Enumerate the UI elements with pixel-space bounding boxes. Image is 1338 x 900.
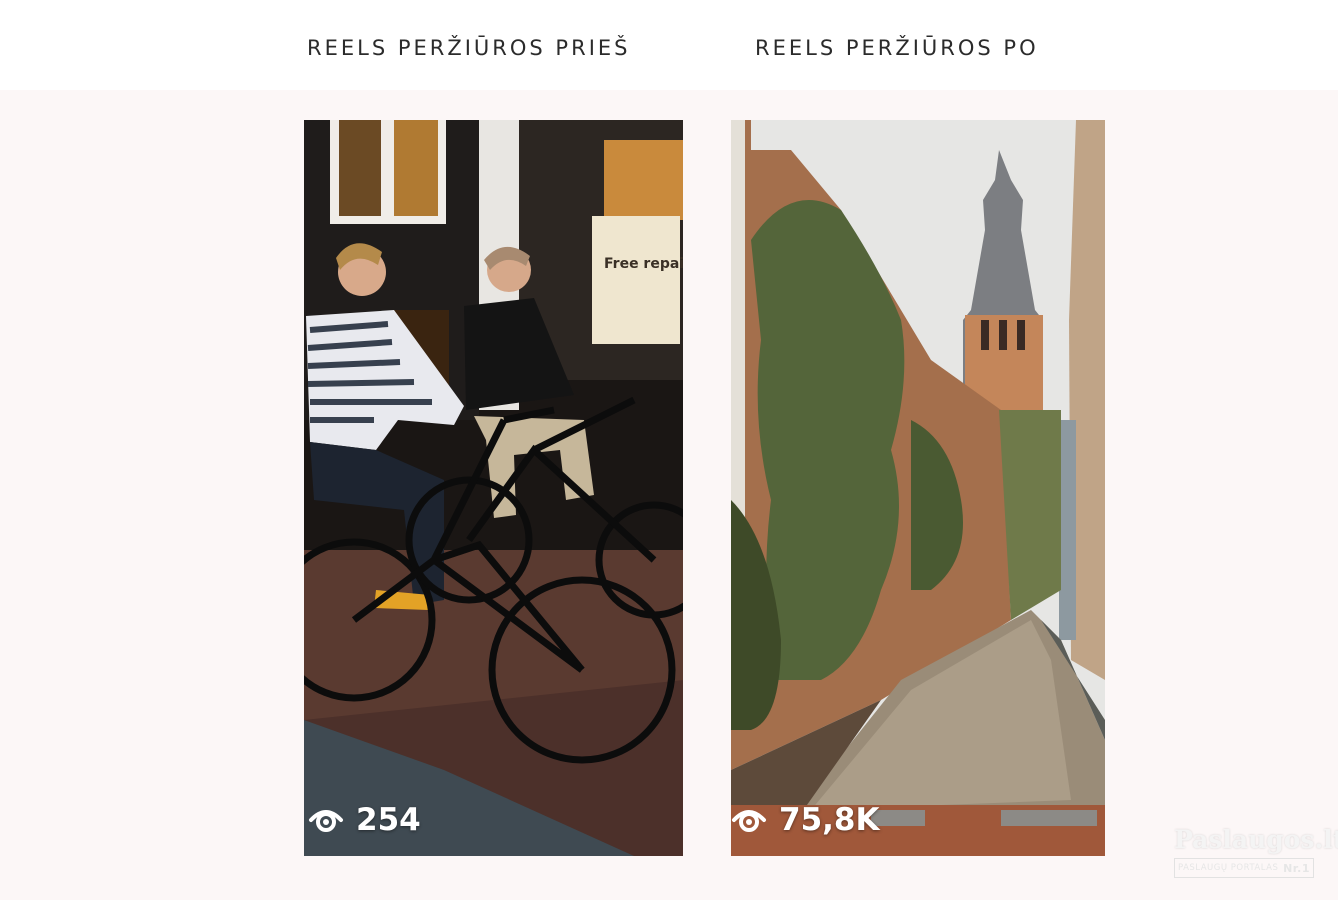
street-photo <box>731 120 1105 856</box>
watermark: Paslaugos.lt PASLAUGŲ PORTALAS Nr.1 <box>1174 825 1338 880</box>
reel-card-after[interactable]: 75,8K <box>731 120 1105 856</box>
reel-card-before[interactable]: Free repairs! 254 <box>304 120 683 856</box>
watermark-badge: Nr.1 <box>1283 861 1310 875</box>
sign-text: Free repairs! <box>604 256 683 272</box>
view-count-before: 254 <box>308 802 421 838</box>
header-bar <box>0 0 1338 90</box>
view-count-after-label: 75,8K <box>779 802 880 838</box>
view-count-after: 75,8K <box>731 802 880 838</box>
cyclists-photo: Free repairs! <box>304 120 683 856</box>
view-count-before-label: 254 <box>356 802 421 838</box>
watermark-brand: Paslaugos.lt <box>1174 825 1338 854</box>
eye-icon <box>732 810 766 832</box>
watermark-tagline: PASLAUGŲ PORTALAS <box>1178 863 1279 873</box>
after-heading: REELS PERŽIŪROS PO <box>755 36 1039 60</box>
before-heading: REELS PERŽIŪROS PRIEŠ <box>307 36 631 60</box>
watermark-tagline-box: PASLAUGŲ PORTALAS Nr.1 <box>1174 858 1314 878</box>
eye-icon <box>309 810 343 832</box>
